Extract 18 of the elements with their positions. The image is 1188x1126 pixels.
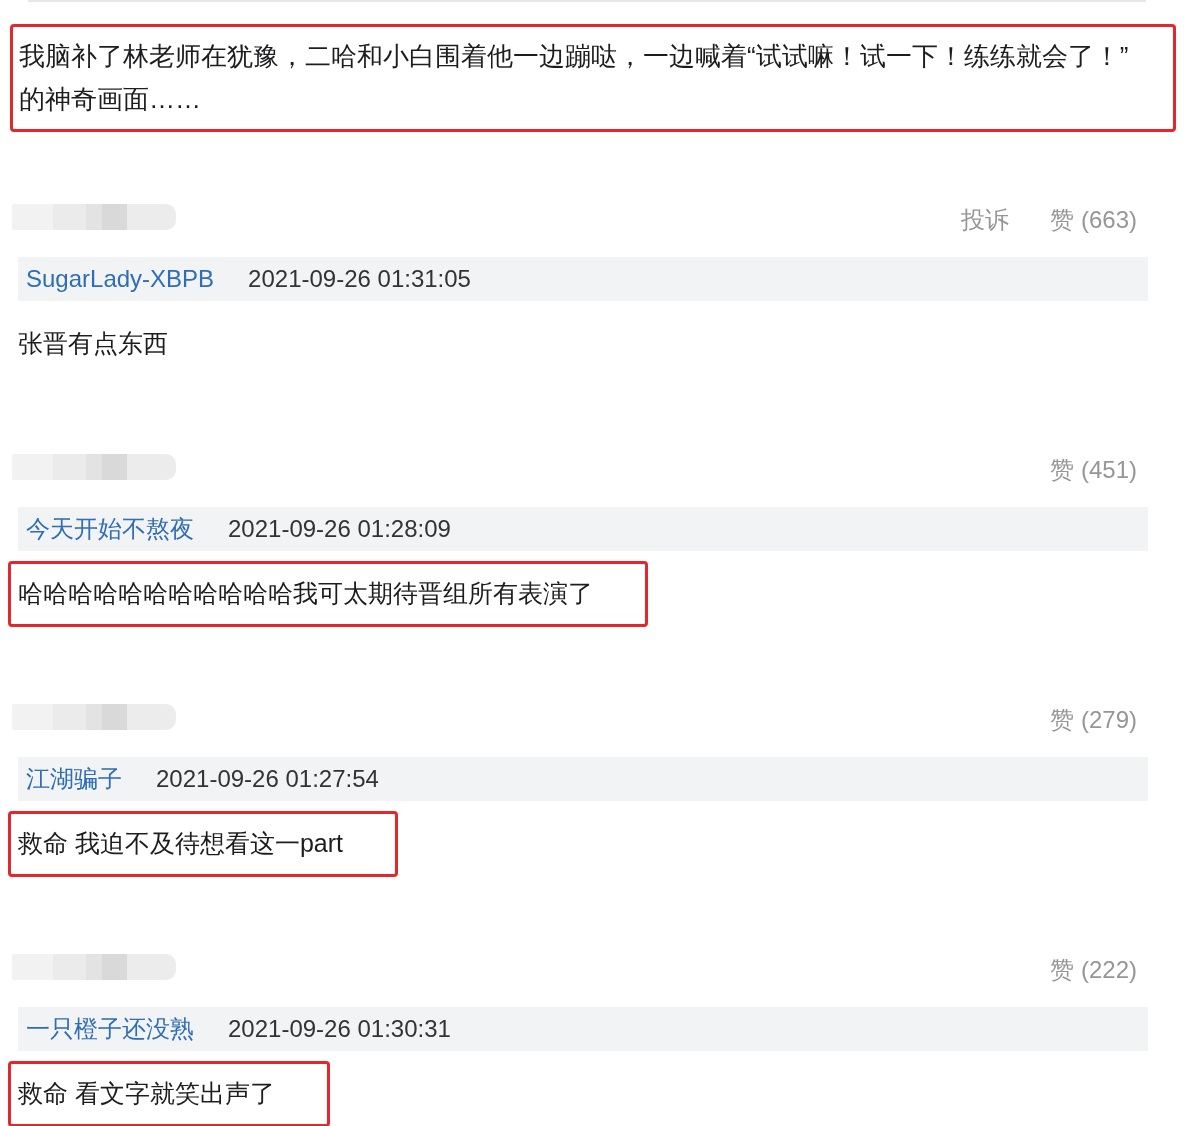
- timestamp: 2021-09-26 01:28:09: [228, 514, 451, 544]
- username-link[interactable]: 一只橙子还没熟: [26, 1011, 194, 1047]
- comment-text: 张晋有点东西: [18, 328, 168, 360]
- timestamp: 2021-09-26 01:31:05: [248, 264, 471, 294]
- like-link[interactable]: 赞 (451): [1050, 458, 1137, 482]
- username-link[interactable]: 今天开始不熬夜: [26, 511, 194, 547]
- like-link[interactable]: 赞 (279): [1050, 708, 1137, 732]
- comment-text: 哈哈哈哈哈哈哈哈哈哈哈我可太期待晋组所有表演了: [18, 578, 593, 610]
- like-link[interactable]: 赞 (663): [1050, 208, 1137, 232]
- report-link[interactable]: 投诉: [961, 208, 1010, 232]
- like-link[interactable]: 赞 (222): [1050, 958, 1137, 982]
- timestamp: 2021-09-26 01:27:54: [156, 764, 379, 794]
- comment-text: 救命 看文字就笑出声了: [18, 1078, 275, 1110]
- timestamp: 2021-09-26 01:30:31: [228, 1014, 451, 1044]
- comment-text: 我脑补了林老师在犹豫，二哈和小白围着他一边蹦哒，一边喊着“试试嘛！试一下！练练就会了！”的神奇画面……: [19, 40, 1130, 116]
- username-link[interactable]: SugarLady-XBPB: [26, 261, 215, 297]
- username-link[interactable]: 江湖骗子: [26, 761, 122, 797]
- comment-text: 救命 我迫不及待想看这一part: [18, 828, 344, 860]
